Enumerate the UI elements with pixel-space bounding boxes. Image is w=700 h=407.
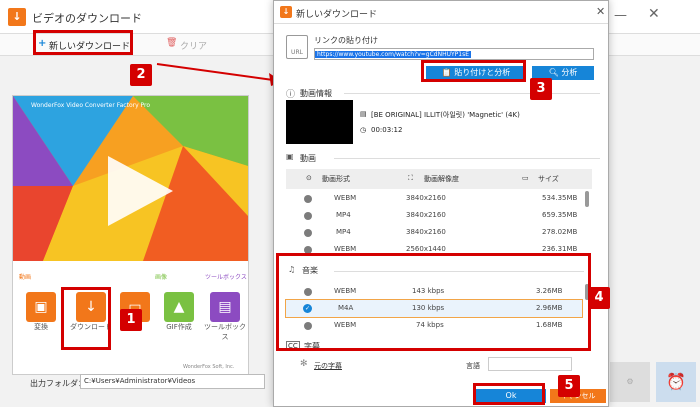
step-badge-2: 2 [130,64,152,86]
video-col-size: サイズ [538,175,559,183]
video-file-icon: ▤ [360,110,367,118]
highlight-ok [473,383,545,405]
app-logo-icon: ↓ [8,8,26,26]
size-folder-icon: ▭ [522,174,529,182]
video-section-icon: ▣ [286,152,294,161]
promo-app-name: WonderFox Video Converter Factory Pro [31,102,151,109]
promo-banner: WonderFox Video Converter Factory Pro [13,96,248,261]
toolbox-icon: ▤ [210,292,240,322]
step-badge-1: 1 [120,309,142,331]
radio-button[interactable] [304,195,312,203]
video-row-size: 534.35MB [542,194,578,202]
radio-button[interactable] [304,229,312,237]
promo-footer-brand: WonderFox Soft, Inc. [183,364,235,370]
loading-spinner-icon: ✻ [300,359,308,369]
tool-convert-label: 変換 [34,323,48,331]
url-input-value: https://www.youtube.com/watch?v=gCdNHUYP… [315,51,472,58]
dialog-close-icon[interactable]: ✕ [596,5,605,18]
info-icon: ⓘ [286,90,296,100]
dialog-title-divider [274,23,608,24]
promo-section-video: 動画 [19,274,32,281]
video-table-header: ⊙ 動画形式 ⛶ 動画解像度 ▭ サイズ [286,169,592,189]
magnifier-icon: 🔍︎ [548,68,562,77]
promo-section-image: 画像 [155,274,168,281]
main-window-title: ビデオのダウンロード [32,12,142,25]
tool-convert[interactable]: ▣ 変換 [21,292,61,332]
video-title: [BE ORIGINAL] ILLIT(아일릿) 'Magnetic' (4K) [371,111,520,119]
video-col-format: 動画形式 [322,175,350,183]
paste-link-label: リンクの貼り付け [314,36,378,45]
highlight-audio-section [276,253,591,351]
video-row-resolution: 3840x2160 [406,228,446,236]
dialog-logo-icon: ↓ [280,6,292,18]
clock-icon: ◷ [360,126,367,134]
tool-toolbox[interactable]: ▤ ツールボックス [203,292,247,342]
tool-gif[interactable]: ▲ GIF作成 [157,292,201,332]
video-table-body: WEBM 3840x2160 534.35MB MP4 3840x2160 65… [286,190,592,258]
video-thumbnail [286,100,353,144]
video-row-format: WEBM [334,194,357,202]
video-duration: 00:03:12 [371,126,403,134]
highlight-new-download [33,30,133,55]
settings-panel-icon: ⚙ [610,362,650,402]
output-folder-path[interactable]: C:¥Users¥Administrator¥Videos [80,374,265,389]
highlight-paste-analyze [421,60,526,82]
output-folder-label: 出力フォルダ： [30,379,86,388]
video-row-resolution: 3840x2160 [406,194,446,202]
film-icon: ▣ [26,292,56,322]
step-badge-3: 3 [530,78,552,100]
analyze-label: 分析 [561,68,578,77]
close-icon[interactable]: ✕ [648,6,660,22]
alarm-clock-icon[interactable]: ⏰ [656,362,696,402]
language-label: 言語 [466,362,480,370]
tool-toolbox-label: ツールボックス [204,323,246,341]
step-arrow [156,63,283,86]
video-row[interactable]: WEBM 3840x2160 534.35MB [286,190,592,207]
video-row-format: MP4 [336,228,351,236]
video-format-icon: ⊙ [306,174,312,182]
video-row-resolution: 3840x2160 [406,211,446,219]
clear-button[interactable]: クリア [180,39,207,52]
image-icon: ▲ [164,292,194,322]
url-file-icon: URL [286,35,308,59]
highlight-download-tool [61,287,111,350]
radio-button[interactable] [304,212,312,220]
step-badge-5: 5 [558,375,580,397]
video-row-format: MP4 [336,211,351,219]
minimize-icon[interactable]: — [614,8,627,23]
original-subtitle-option[interactable]: 元の字幕 [314,361,342,371]
video-info-label: 動画情報 [300,89,332,98]
video-info-divider [344,93,600,94]
video-scrollbar[interactable] [585,191,589,207]
tool-gif-label: GIF作成 [166,323,192,331]
promo-banner-graphic [13,96,248,261]
language-dropdown[interactable] [488,357,572,371]
dialog-title: 新しいダウンロード [296,10,378,20]
resolution-icon: ⛶ [408,174,413,182]
video-row-size: 278.02MB [542,228,578,236]
url-input[interactable]: https://www.youtube.com/watch?v=gCdNHUYP… [314,48,594,60]
video-row[interactable]: MP4 3840x2160 278.02MB [286,224,592,241]
promo-section-toolbox: ツールボックス [205,274,247,281]
trash-icon: 🗑 [166,38,178,48]
video-section-label: 動画 [300,154,316,163]
video-section-divider [334,158,600,159]
video-row-size: 659.35MB [542,211,578,219]
video-row[interactable]: MP4 3840x2160 659.35MB [286,207,592,224]
step-badge-4: 4 [588,287,610,309]
video-col-resolution: 動画解像度 [424,175,459,183]
converter-promo-card: WonderFox Video Converter Factory Pro 動画… [12,95,249,375]
